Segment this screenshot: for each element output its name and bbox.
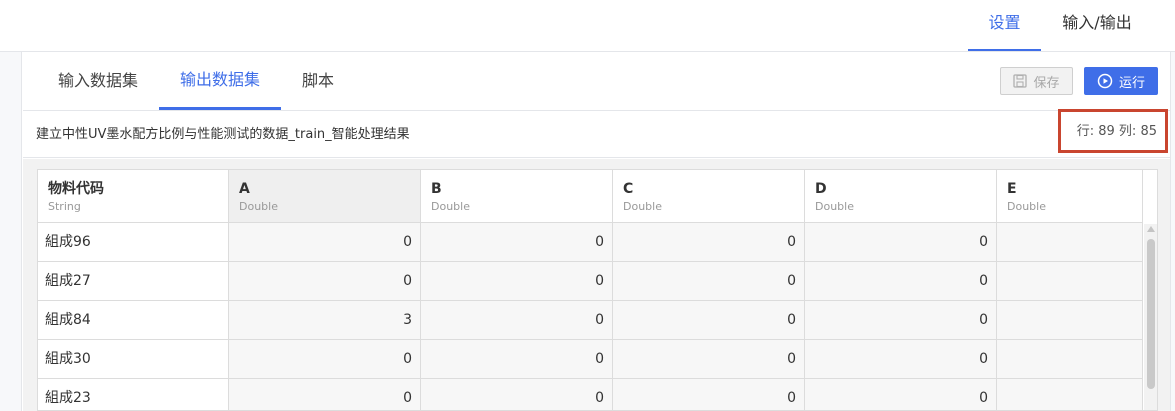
play-circle-icon <box>1097 73 1113 89</box>
table-cell[interactable] <box>997 301 1143 340</box>
dataset-title: 建立中性UV墨水配方比例与性能测试的数据_train_智能处理结果 <box>36 127 410 142</box>
row-column-count: 行: 89 列: 85 <box>1058 109 1168 153</box>
table-cell[interactable]: 0 <box>613 301 805 340</box>
column-header[interactable]: D Double <box>805 170 997 223</box>
table-cell[interactable]: 組成23 <box>38 379 229 410</box>
right-gutter <box>1170 52 1175 411</box>
column-header[interactable]: 物料代码 String <box>38 170 229 223</box>
table-cell[interactable]: 0 <box>229 340 421 379</box>
column-name: E <box>1007 181 1017 197</box>
table-cell[interactable]: 0 <box>613 223 805 262</box>
column-name: C <box>623 181 634 197</box>
table-cell[interactable]: 0 <box>805 379 997 410</box>
column-name: B <box>431 181 442 197</box>
table-cell[interactable]: 0 <box>421 340 613 379</box>
table-cell[interactable]: 0 <box>229 379 421 410</box>
tab-output-dataset[interactable]: 输出数据集 <box>159 52 281 110</box>
column-type: Double <box>239 200 278 213</box>
tab-script[interactable]: 脚本 <box>288 52 348 110</box>
run-button-label: 运行 <box>1118 75 1145 91</box>
column-header[interactable]: B Double <box>421 170 613 223</box>
run-button[interactable]: 运行 <box>1084 67 1158 95</box>
column-type: Double <box>1007 200 1046 213</box>
table-cell[interactable]: 0 <box>229 262 421 301</box>
column-type: Double <box>815 200 854 213</box>
table-cell[interactable]: 0 <box>421 262 613 301</box>
save-button-label: 保存 <box>1033 75 1060 91</box>
table-cell[interactable]: 0 <box>421 379 613 410</box>
table-cell[interactable]: 0 <box>421 301 613 340</box>
table-cell[interactable]: 組成27 <box>38 262 229 301</box>
tab-input-output[interactable]: 输入/输出 <box>1050 0 1144 51</box>
table-cell[interactable]: 組成96 <box>38 223 229 262</box>
left-gutter <box>0 52 22 411</box>
table-cell[interactable] <box>997 262 1143 301</box>
table-area: 物料代码 String A Double B Double C Double D… <box>23 159 1170 411</box>
table-cell[interactable]: 3 <box>229 301 421 340</box>
tab-settings[interactable]: 设置 <box>968 0 1041 51</box>
table-cell[interactable]: 0 <box>229 223 421 262</box>
column-header[interactable]: E Double <box>997 170 1143 223</box>
table-cell[interactable]: 0 <box>805 340 997 379</box>
vertical-scrollbar[interactable] <box>1144 224 1157 410</box>
column-type: String <box>48 200 81 213</box>
column-name: D <box>815 181 827 197</box>
table-cell[interactable]: 0 <box>613 262 805 301</box>
table-cell[interactable]: 0 <box>805 262 997 301</box>
dataset-info-row: 建立中性UV墨水配方比例与性能测试的数据_train_智能处理结果 行: 89 … <box>23 109 1170 158</box>
data-table: 物料代码 String A Double B Double C Double D… <box>37 169 1158 411</box>
column-name: A <box>239 181 250 197</box>
table-cell[interactable]: 0 <box>805 301 997 340</box>
table-cell[interactable] <box>997 223 1143 262</box>
scrollbar-thumb[interactable] <box>1147 239 1155 389</box>
floppy-disk-icon <box>1013 74 1028 88</box>
table-cell[interactable]: 0 <box>613 340 805 379</box>
column-header[interactable]: A Double <box>229 170 421 223</box>
column-type: Double <box>623 200 662 213</box>
table-cell[interactable] <box>997 340 1143 379</box>
save-button[interactable]: 保存 <box>1000 67 1073 95</box>
tab-input-dataset[interactable]: 输入数据集 <box>42 52 154 110</box>
table-cell[interactable]: 0 <box>805 223 997 262</box>
top-bar: 设置 输入/输出 <box>0 0 1175 52</box>
scroll-up-arrow-icon[interactable] <box>1147 226 1155 232</box>
column-header[interactable]: C Double <box>613 170 805 223</box>
sub-tab-bar: 输入数据集 输出数据集 脚本 保存 运行 <box>23 52 1170 111</box>
table-cell[interactable]: 0 <box>613 379 805 410</box>
column-name: 物料代码 <box>48 181 104 197</box>
table-cell[interactable]: 組成30 <box>38 340 229 379</box>
table-cell[interactable] <box>997 379 1143 410</box>
table-cell[interactable]: 組成84 <box>38 301 229 340</box>
column-type: Double <box>431 200 470 213</box>
table-cell[interactable]: 0 <box>421 223 613 262</box>
